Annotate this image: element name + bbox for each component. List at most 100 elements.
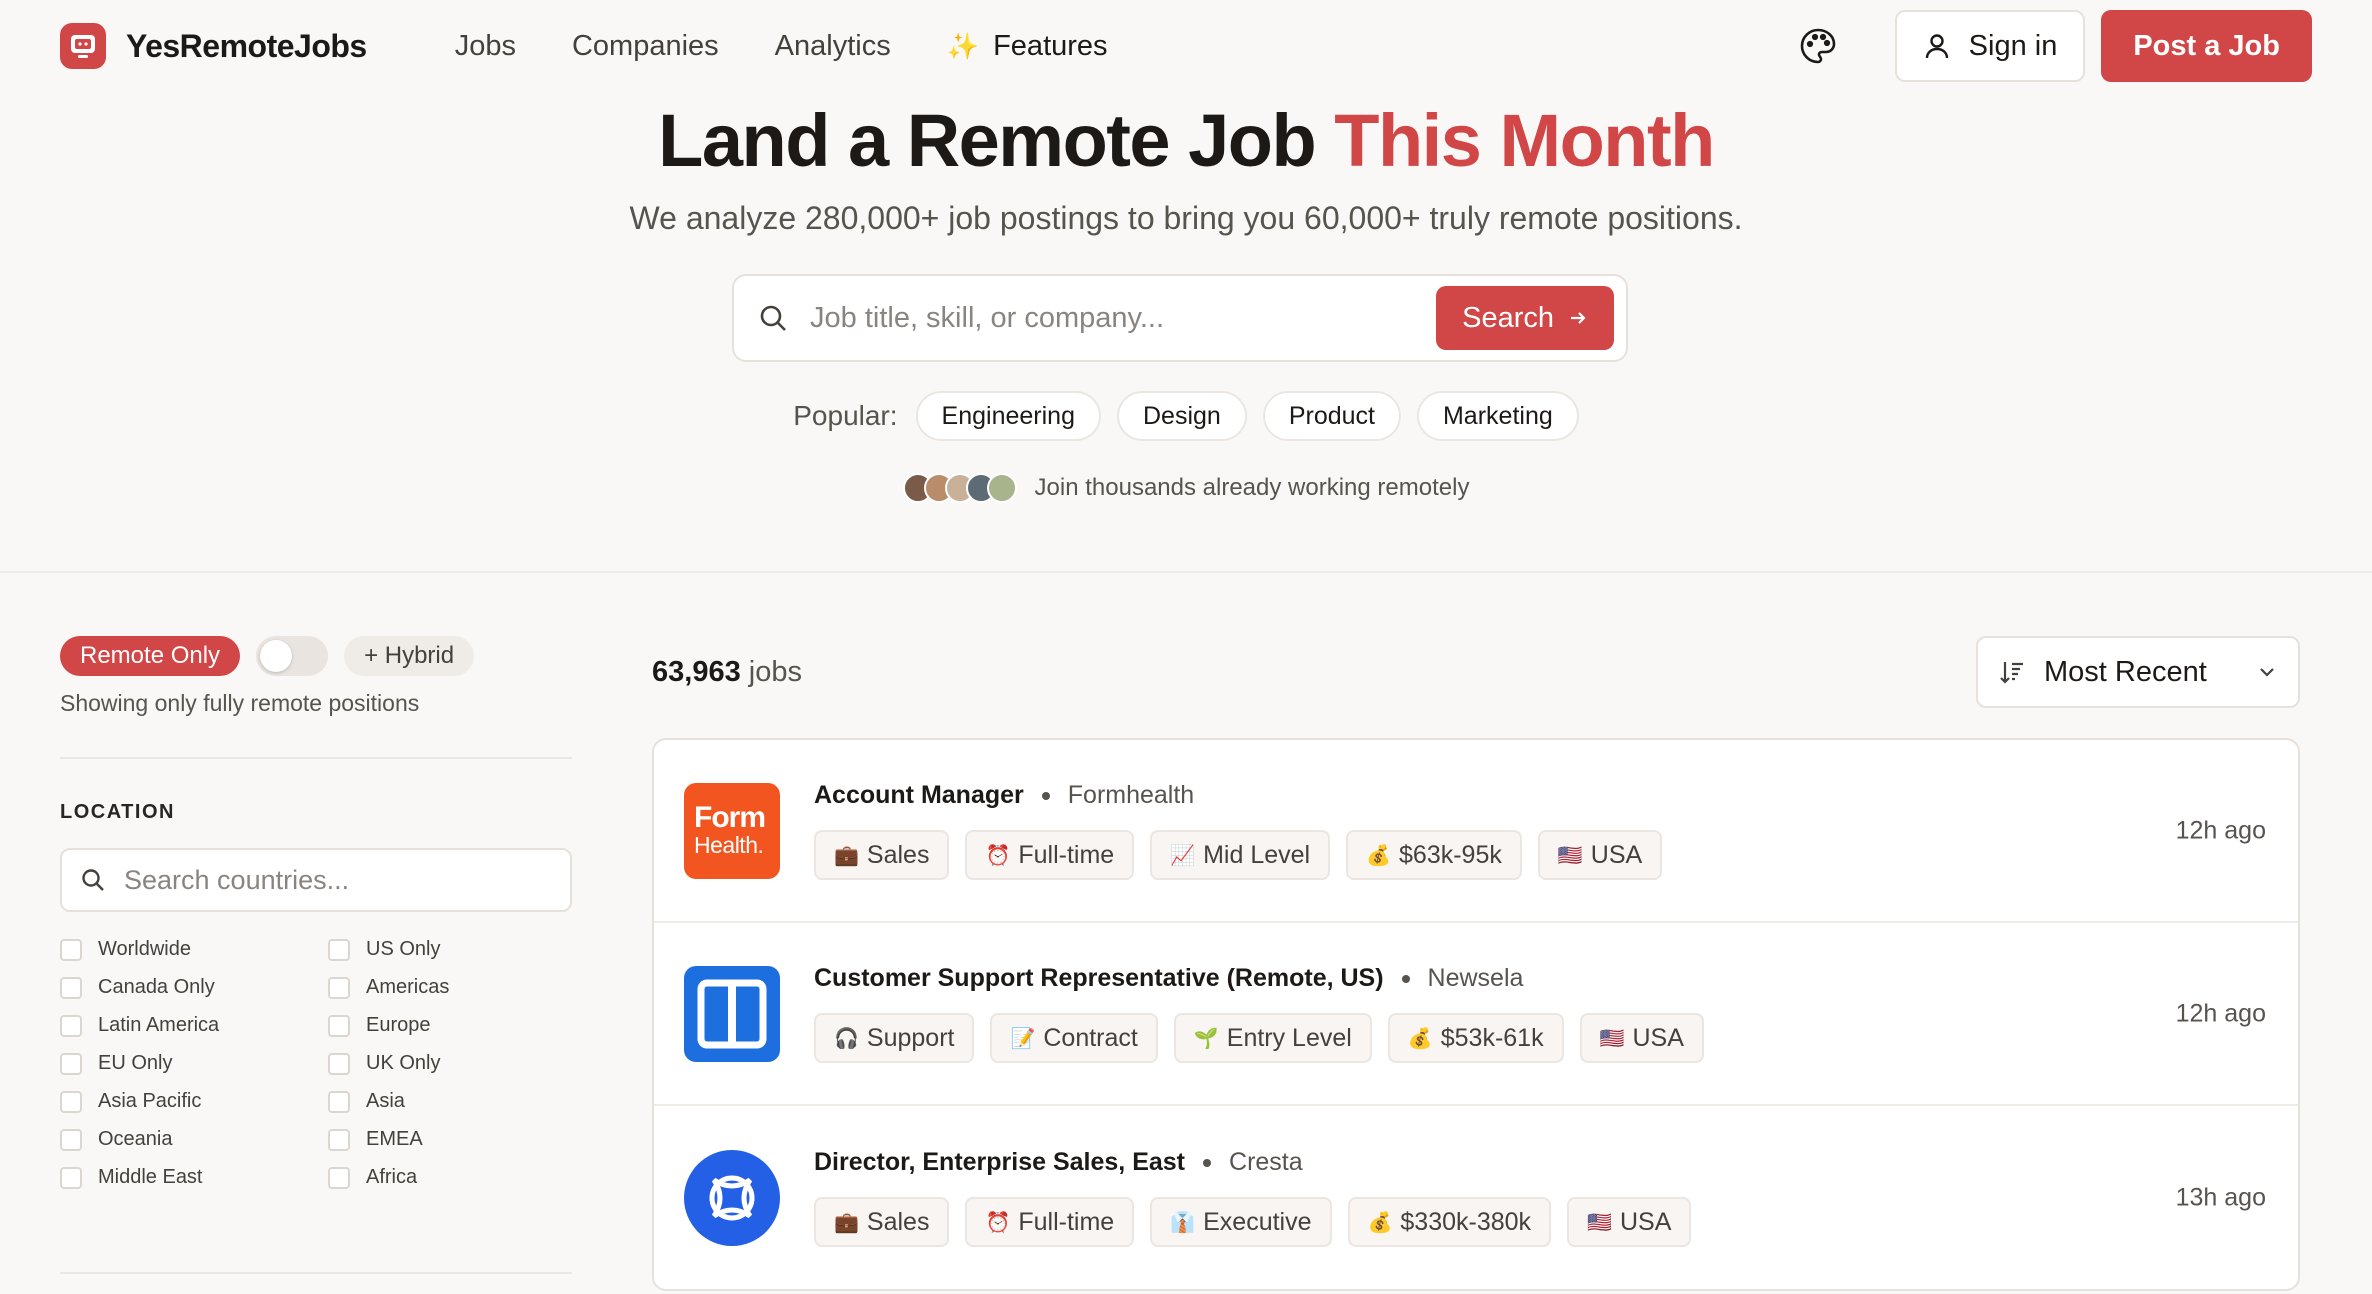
tag-label: USA <box>1632 1023 1684 1052</box>
post-job-button[interactable]: Post a Job <box>2101 10 2312 82</box>
country-option-canada-only[interactable]: Canada Only <box>60 976 328 999</box>
nav-features[interactable]: ✨ Features <box>947 30 1108 63</box>
search-icon <box>82 869 104 891</box>
job-title[interactable]: Director, Enterprise Sales, East <box>814 1148 1185 1177</box>
checkbox[interactable] <box>328 1166 350 1189</box>
search-button[interactable]: Search <box>1436 286 1614 350</box>
company-name[interactable]: Newsela <box>1428 964 1524 993</box>
social-proof: Join thousands already working remotely <box>0 473 2372 503</box>
country-option-uk-only[interactable]: UK Only <box>328 1052 572 1075</box>
checkbox[interactable] <box>60 1014 82 1037</box>
tag-salary: 💰 $330k-380k <box>1347 1197 1552 1247</box>
checkbox[interactable] <box>60 1128 82 1151</box>
tag-label: Support <box>866 1023 955 1052</box>
country-option-us-only[interactable]: US Only <box>328 938 572 961</box>
country-label: UK Only <box>366 1052 441 1074</box>
job-list: Form Health. Account Manager Formhealth … <box>652 738 2300 1291</box>
nav-analytics[interactable]: Analytics <box>775 30 891 63</box>
company-name[interactable]: Formhealth <box>1068 781 1194 810</box>
chart-up-icon: 📈 <box>1170 844 1196 867</box>
tag-salary: 💰 $53k-61k <box>1387 1013 1564 1063</box>
job-title[interactable]: Customer Support Representative (Remote,… <box>814 964 1384 993</box>
country-search-input[interactable] <box>124 864 552 896</box>
sort-dropdown[interactable]: Most Recent <box>1976 636 2300 708</box>
briefcase-icon: 💼 <box>834 1211 859 1234</box>
checkbox[interactable] <box>60 1090 82 1113</box>
tag-category: 💼 Sales <box>814 1197 950 1247</box>
company-name[interactable]: Cresta <box>1229 1148 1303 1177</box>
nav-actions: Sign in Post a Job <box>1785 10 2312 82</box>
country-option-emea[interactable]: EMEA <box>328 1128 572 1151</box>
country-option-asia[interactable]: Asia <box>328 1090 572 1113</box>
popular-chip-marketing[interactable]: Marketing <box>1416 391 1579 441</box>
country-label: US Only <box>366 938 441 960</box>
tag-label: Sales <box>866 1207 930 1236</box>
sidebar-divider <box>60 1272 572 1274</box>
job-title[interactable]: Account Manager <box>814 781 1024 810</box>
checkbox[interactable] <box>328 1052 350 1075</box>
hybrid-pill[interactable]: + Hybrid <box>344 636 475 676</box>
theme-toggle-button[interactable] <box>1785 13 1851 79</box>
arrow-right-icon <box>1571 312 1586 324</box>
country-option-europe[interactable]: Europe <box>328 1014 572 1037</box>
nav-companies[interactable]: Companies <box>572 30 719 63</box>
job-card-customer-support[interactable]: Customer Support Representative (Remote,… <box>654 923 2298 1106</box>
sign-in-label: Sign in <box>1968 29 2058 62</box>
country-label: Middle East <box>98 1166 203 1188</box>
checkbox[interactable] <box>328 1090 350 1113</box>
country-label: Asia <box>366 1090 405 1112</box>
checkbox[interactable] <box>328 938 350 961</box>
popular-chip-product[interactable]: Product <box>1262 391 1401 441</box>
tag-label: Full-time <box>1018 1207 1115 1236</box>
hero-section: Land a Remote Job This Month We analyze … <box>0 92 2372 572</box>
brand-logo[interactable]: YesRemoteJobs <box>60 23 367 69</box>
tag-category: 💼 Sales <box>814 830 950 880</box>
popular-searches: Popular: Engineering Design Product Mark… <box>0 391 2372 441</box>
tag-label: $53k-61k <box>1440 1023 1544 1052</box>
job-search-input[interactable] <box>810 301 1437 335</box>
money-bag-icon: 💰 <box>1367 1211 1393 1234</box>
popular-chip-engineering[interactable]: Engineering <box>915 391 1101 441</box>
checkbox[interactable] <box>328 976 350 999</box>
country-option-africa[interactable]: Africa <box>328 1166 572 1189</box>
checkbox[interactable] <box>60 938 82 961</box>
country-option-americas[interactable]: Americas <box>328 976 572 999</box>
tag-type: 📝 Contract <box>990 1013 1158 1063</box>
job-info: Customer Support Representative (Remote,… <box>814 964 1704 1063</box>
checkbox[interactable] <box>60 976 82 999</box>
hybrid-toggle[interactable] <box>256 636 329 676</box>
hero-subhead: We analyze 280,000+ job postings to brin… <box>629 200 1743 236</box>
sign-in-button[interactable]: Sign in <box>1894 10 2086 82</box>
job-card-account-manager[interactable]: Form Health. Account Manager Formhealth … <box>654 740 2298 923</box>
executive-icon: 👔 <box>1170 1211 1196 1234</box>
company-logo-formhealth: Form Health. <box>684 782 780 879</box>
search-icon <box>760 305 786 331</box>
checkbox[interactable] <box>328 1128 350 1151</box>
tag-label: $63k-95k <box>1399 840 1502 869</box>
tag-location: 🇺🇸 USA <box>1579 1013 1704 1063</box>
headline-main: Land a Remote Job <box>658 99 1335 182</box>
tag-label: Sales <box>866 840 930 869</box>
job-card-director-enterprise-sales[interactable]: Director, Enterprise Sales, East Cresta … <box>654 1106 2298 1289</box>
logo-text: Health. <box>694 831 764 858</box>
tag-label: Contract <box>1043 1023 1138 1052</box>
job-search-bar: Search <box>732 274 1628 362</box>
country-option-oceania[interactable]: Oceania <box>60 1128 328 1151</box>
checkbox[interactable] <box>60 1166 82 1189</box>
alarm-clock-icon: ⏰ <box>985 844 1011 867</box>
country-option-worldwide[interactable]: Worldwide <box>60 938 328 961</box>
tag-level: 📈 Mid Level <box>1150 830 1331 880</box>
country-option-eu-only[interactable]: EU Only <box>60 1052 328 1075</box>
popular-chip-design[interactable]: Design <box>1116 391 1247 441</box>
checkbox[interactable] <box>328 1014 350 1037</box>
nav-jobs[interactable]: Jobs <box>455 30 516 63</box>
remote-only-pill[interactable]: Remote Only <box>60 636 241 676</box>
filter-sidebar: Remote Only + Hybrid Showing only fully … <box>60 636 572 1189</box>
country-option-latin-america[interactable]: Latin America <box>60 1014 328 1037</box>
checkbox[interactable] <box>60 1052 82 1075</box>
country-option-asia-pacific[interactable]: Asia Pacific <box>60 1090 328 1113</box>
country-option-middle-east[interactable]: Middle East <box>60 1166 328 1189</box>
country-label: EMEA <box>366 1128 423 1150</box>
social-proof-text: Join thousands already working remotely <box>1034 474 1470 501</box>
country-checkbox-list: Worldwide US Only Canada Only Americas L… <box>60 938 572 1189</box>
